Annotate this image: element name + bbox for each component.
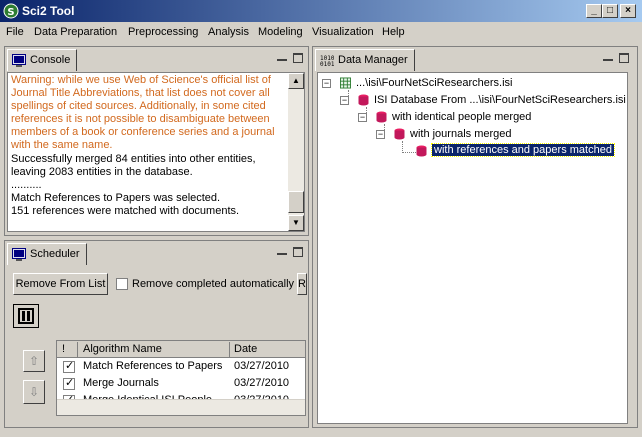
- console-line: 151 references were matched with documen…: [11, 204, 240, 217]
- table-icon: [340, 77, 351, 89]
- console-tab-label: Console: [30, 54, 71, 66]
- scroll-up-icon[interactable]: ▲: [288, 73, 304, 89]
- partial-button[interactable]: R: [297, 273, 307, 295]
- database-icon: [358, 94, 369, 106]
- tab-data-manager[interactable]: 1010 0101 Data Manager: [315, 49, 415, 71]
- menu-visualization[interactable]: Visualization: [312, 26, 374, 38]
- tree-node-label-selected: with references and papers matched: [431, 143, 615, 157]
- menu-preprocessing[interactable]: Preprocessing: [128, 26, 198, 38]
- column-header-algorithm[interactable]: Algorithm Name: [83, 343, 162, 355]
- database-icon: [394, 128, 405, 140]
- scheduler-icon: [12, 248, 26, 261]
- maximize-button[interactable]: □: [602, 4, 618, 18]
- data-manager-tab-label: Data Manager: [338, 54, 408, 66]
- svg-text:0101: 0101: [320, 61, 334, 67]
- title-bar: S Sci2 Tool _ □ ×: [0, 0, 642, 22]
- scroll-down-icon[interactable]: ▼: [288, 215, 304, 231]
- data-manager-maximize-icon[interactable]: [619, 53, 629, 63]
- move-down-button[interactable]: ⇩: [23, 380, 45, 404]
- table-horizontal-scrollbar[interactable]: [57, 399, 305, 415]
- console-icon: [12, 54, 26, 67]
- tree-node-label: ...\isi\FourNetSciResearchers.isi: [356, 77, 513, 89]
- console-line: Successfully merged 84 entities into oth…: [11, 152, 256, 165]
- column-divider[interactable]: [229, 342, 230, 357]
- console-minimize-icon[interactable]: [277, 53, 287, 61]
- scroll-thumb[interactable]: [288, 191, 304, 213]
- algorithm-name: Match References to Papers: [83, 360, 223, 372]
- algorithm-name: Merge Journals: [83, 377, 159, 389]
- database-icon: [416, 145, 427, 157]
- scheduler-minimize-icon[interactable]: [277, 247, 287, 255]
- console-warning: Warning: while we use Web of Science's o…: [11, 74, 275, 152]
- tab-scheduler[interactable]: Scheduler: [7, 243, 87, 265]
- menu-bar: File Data Preparation Preprocessing Anal…: [0, 22, 642, 42]
- binary-data-icon: 1010 0101: [320, 55, 334, 67]
- remove-from-list-button[interactable]: Remove From List: [13, 273, 108, 295]
- close-button[interactable]: ×: [620, 4, 636, 18]
- data-manager-minimize-icon[interactable]: [603, 53, 613, 61]
- row-checkbox[interactable]: [63, 359, 75, 373]
- collapse-icon[interactable]: −: [340, 96, 349, 105]
- arrow-down-icon: ⇩: [28, 385, 40, 399]
- column-divider[interactable]: [77, 342, 78, 357]
- database-icon: [376, 111, 387, 123]
- menu-analysis[interactable]: Analysis: [208, 26, 249, 38]
- console-line: leaving 2083 entities in the database.: [11, 165, 193, 178]
- column-header-date[interactable]: Date: [234, 343, 257, 355]
- console-maximize-icon[interactable]: [293, 53, 303, 63]
- svg-text:S: S: [7, 7, 14, 18]
- arrow-up-icon: ⇧: [28, 354, 40, 368]
- tree-node-label: with journals merged: [410, 128, 512, 140]
- table-row[interactable]: Merge Journals 03/27/2010: [57, 376, 305, 392]
- algorithm-date: 03/27/2010: [234, 360, 290, 372]
- tab-console[interactable]: Console: [7, 49, 78, 71]
- remove-completed-label: Remove completed automatically: [132, 278, 295, 290]
- move-up-button[interactable]: ⇧: [23, 350, 45, 372]
- tree-node-label: with identical people merged: [392, 111, 532, 123]
- console-line: ..........: [11, 178, 42, 191]
- sci2-app-icon: S: [3, 3, 19, 19]
- data-tree[interactable]: − ...\isi\FourNetSciResearchers.isi − IS…: [317, 72, 628, 424]
- minimize-button[interactable]: _: [586, 4, 602, 18]
- collapse-icon[interactable]: −: [358, 113, 367, 122]
- menu-file[interactable]: File: [6, 26, 24, 38]
- scheduler-maximize-icon[interactable]: [293, 247, 303, 257]
- row-checkbox[interactable]: [63, 376, 75, 390]
- console-scrollbar[interactable]: ▲ ▼: [288, 73, 304, 231]
- window-title: Sci2 Tool: [22, 4, 75, 18]
- algorithm-date: 03/27/2010: [234, 377, 290, 389]
- menu-modeling[interactable]: Modeling: [258, 26, 303, 38]
- collapse-icon[interactable]: −: [376, 130, 385, 139]
- table-row[interactable]: Match References to Papers 03/27/2010: [57, 359, 305, 375]
- table-header: ! Algorithm Name Date: [57, 341, 305, 358]
- pause-icon: [18, 308, 34, 324]
- menu-help[interactable]: Help: [382, 26, 405, 38]
- scheduler-table[interactable]: ! Algorithm Name Date Match References t…: [56, 340, 306, 416]
- remove-completed-checkbox[interactable]: [116, 278, 128, 290]
- scheduler-tab-label: Scheduler: [30, 248, 80, 260]
- column-header-status[interactable]: !: [62, 343, 65, 355]
- tree-connector: [402, 152, 416, 153]
- menu-data-preparation[interactable]: Data Preparation: [34, 26, 117, 38]
- tree-node-label: ISI Database From ...\isi\FourNetSciRese…: [374, 94, 626, 106]
- console-line: Match References to Papers was selected.: [11, 191, 221, 204]
- pause-button[interactable]: [13, 304, 39, 328]
- console-output[interactable]: Warning: while we use Web of Science's o…: [7, 72, 305, 232]
- collapse-icon[interactable]: −: [322, 79, 331, 88]
